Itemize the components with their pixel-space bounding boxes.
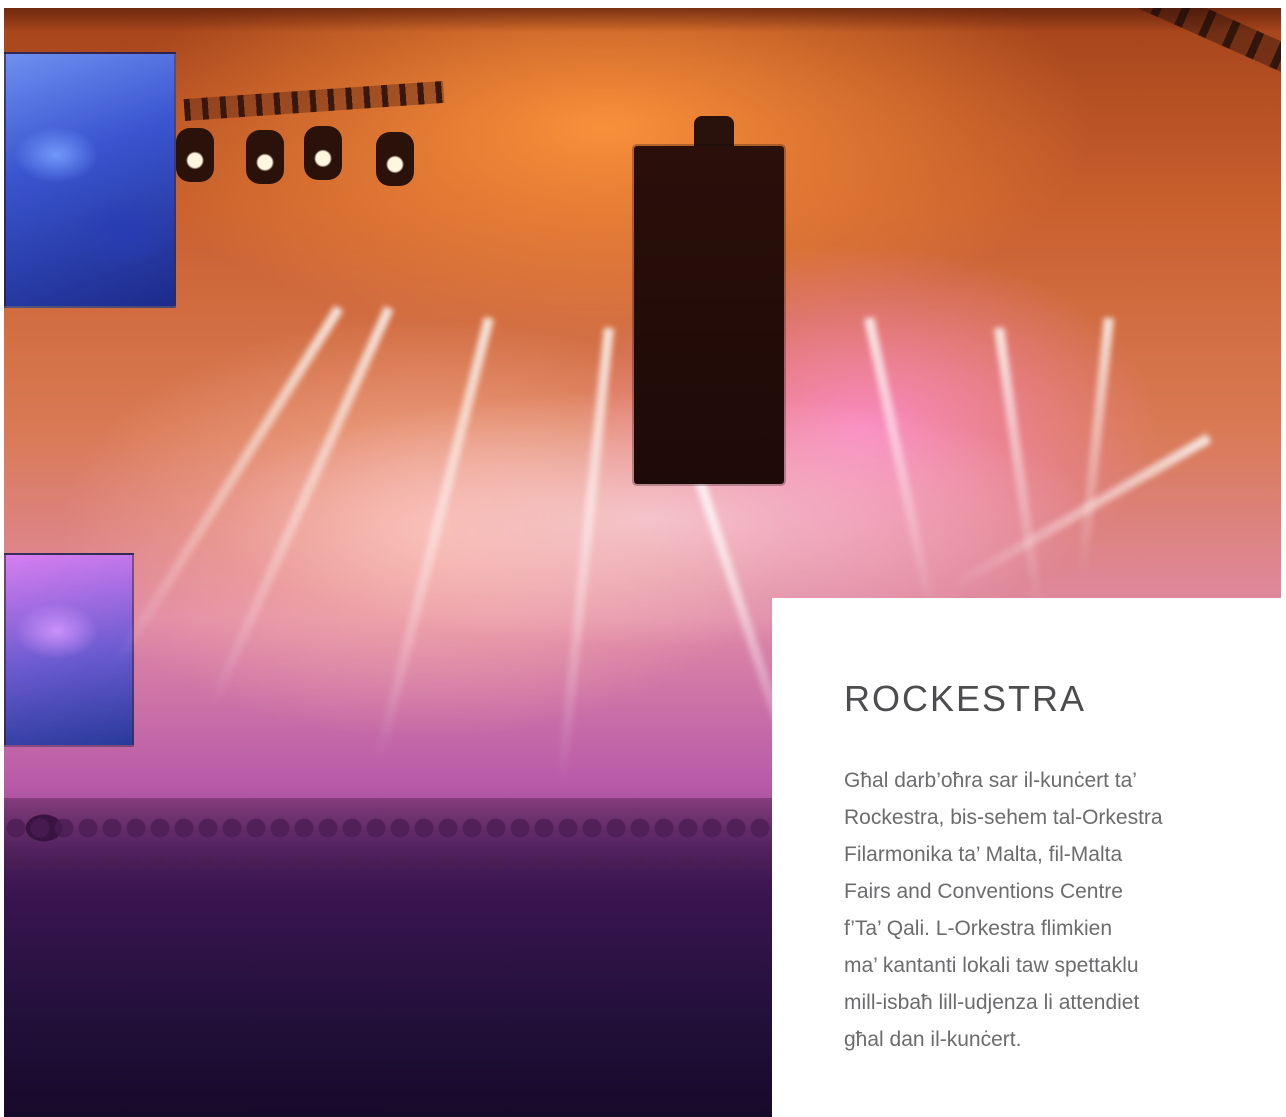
article-body-line: Għal darb’oħra sar il-kunċert ta’ xyxy=(844,769,1137,792)
article-body-line: Filarmonika ta’ Malta, fil-Malta xyxy=(844,843,1123,866)
page: ROCKESTRA Għal darb’oħra sar il-kunċert … xyxy=(0,0,1286,1117)
video-screen-lower xyxy=(4,553,134,747)
stage-spotlight xyxy=(376,132,414,186)
article-body-line: f’Ta’ Qali. L-Orkestra flimkien xyxy=(844,917,1112,940)
ceiling-truss xyxy=(4,8,1281,32)
stage-spotlight xyxy=(176,128,214,182)
article-title: ROCKESTRA xyxy=(844,678,1087,719)
article-card: ROCKESTRA Għal darb’oħra sar il-kunċert … xyxy=(772,598,1286,1117)
article-body-line: ma’ kantanti lokali taw spettaklu xyxy=(844,954,1139,977)
article-body-line: għal dan il-kunċert. xyxy=(844,1028,1022,1051)
speaker-rigging xyxy=(694,116,734,148)
video-screen-upper xyxy=(4,52,176,308)
article-body: Għal darb’oħra sar il-kunċert ta’ Rockes… xyxy=(844,762,1244,1058)
article-body-line: mill-isbaħ lill-udjenza li attendiet xyxy=(844,991,1140,1014)
article-body-line: Rockestra, bis-sehem tal-Orkestra xyxy=(844,806,1163,829)
lighting-bar xyxy=(183,80,445,122)
stage-spotlight xyxy=(304,126,342,180)
article-body-line: Fairs and Conventions Centre xyxy=(844,880,1123,903)
hanging-speaker xyxy=(634,146,784,484)
stage-spotlight xyxy=(246,130,284,184)
